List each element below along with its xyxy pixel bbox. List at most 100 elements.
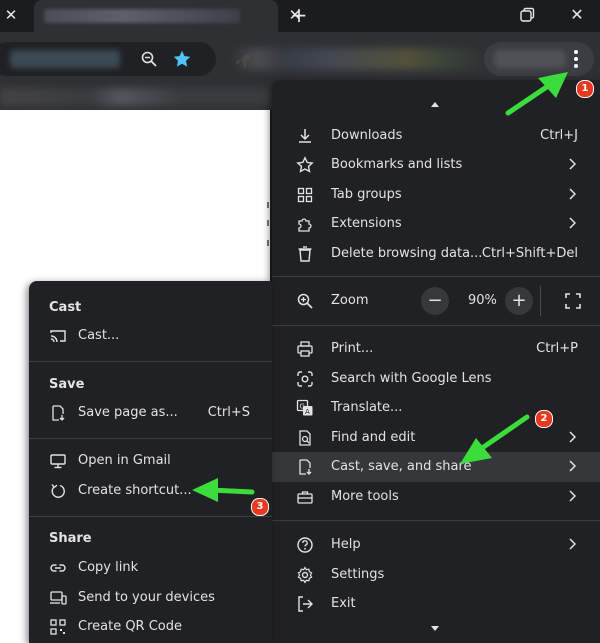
scroll-up-icon[interactable] [430,100,440,108]
shortcut-arrow-icon [51,484,65,498]
chevron-right-icon [569,538,576,550]
menu-item-shortcut: Ctrl+Shift+Del [481,246,578,261]
gear-icon [297,566,313,584]
submenu-separator [29,438,272,439]
zoom-in-button[interactable]: + [505,287,533,315]
section-header-share: Share [49,531,92,546]
submenu-item-copy-link[interactable]: Copy link [29,554,272,582]
new-tab-button[interactable]: + [288,4,310,26]
bookmark-star-icon[interactable] [172,49,192,69]
submenu-item-shortcut: Ctrl+S [207,405,250,420]
menu-item-label: Translate... [331,400,403,415]
chrome-main-menu: Downloads Ctrl+J Bookmarks and lists Tab… [272,80,600,643]
menu-item-exit[interactable]: Exit [272,589,600,619]
save-share-icon [299,459,312,475]
kebab-menu-icon[interactable] [570,47,582,71]
menu-item-cast-save-and-share[interactable]: Cast, save, and share [272,452,600,482]
active-tab[interactable]: ✕ [34,0,301,32]
menu-item-label: Find and edit [331,430,416,445]
menu-item-label: Tab groups [331,187,402,202]
puzzle-piece-icon [298,218,312,232]
annotation-badge-2: 2 [535,410,553,428]
toolbar [0,32,600,86]
restore-window-icon[interactable] [518,6,536,24]
menu-item-label: Zoom [331,293,369,308]
menu-item-label: Print... [331,341,374,356]
printer-icon [297,341,313,357]
section-header-save: Save [49,377,85,392]
zoom-divider [540,286,541,316]
menu-item-label: Downloads [331,128,403,143]
menu-item-label: Search with Google Lens [331,371,492,386]
close-window-icon[interactable]: ✕ [568,6,586,24]
zoom-out-button[interactable]: − [421,287,449,315]
zoom-magnifier-icon [297,293,313,309]
close-icon[interactable]: ✕ [2,6,20,24]
menu-item-label: Help [331,537,361,552]
submenu-item-label: Copy link [78,560,139,575]
blurred-profile [494,50,566,68]
monitor-icon [50,454,66,469]
google-lens-icon [297,371,313,387]
menu-item-print[interactable]: Print... Ctrl+P [272,334,600,364]
menu-item-label: More tools [331,489,399,504]
submenu-item-label: Create QR Code [78,619,183,634]
chevron-right-icon [569,188,576,200]
submenu-item-send-to-devices[interactable]: Send to your devices [29,584,272,612]
menu-item-label: Extensions [331,216,402,231]
menu-item-settings[interactable]: Settings [272,560,600,590]
menu-item-downloads[interactable]: Downloads Ctrl+J [272,121,600,151]
toolbox-icon [297,491,313,504]
blurred-bookmarks [0,88,300,106]
find-page-icon [299,430,311,446]
page-edge-marks [267,202,269,246]
menu-item-label: Exit [331,596,356,611]
menu-item-label: Cast, save, and share [331,459,472,474]
menu-item-search-with-google-lens[interactable]: Search with Google Lens [272,364,600,394]
menu-item-delete-browsing-data[interactable]: Delete browsing data... Ctrl+Shift+Del [272,239,600,269]
menu-item-shortcut: Ctrl+P [536,341,578,356]
submenu-item-save-page-as[interactable]: Save page as... Ctrl+S [29,399,272,427]
scroll-down-icon[interactable] [430,625,440,633]
submenu-item-create-shortcut[interactable]: Create shortcut... [29,477,272,505]
submenu-item-label: Save page as... [78,405,178,420]
submenu-item-create-qr-code[interactable]: Create QR Code [29,613,272,641]
chevron-right-icon [569,431,576,443]
devices-icon [50,591,67,605]
annotation-badge-1: 1 [576,80,594,98]
address-bar[interactable] [0,42,216,76]
exit-icon [298,596,313,612]
cast-save-share-submenu: Cast Cast... Save Save page as... Ctrl+S… [29,281,272,643]
submenu-item-open-in-gmail[interactable]: Open in Gmail [29,447,272,475]
menu-item-shortcut: Ctrl+J [540,128,578,143]
save-page-icon [52,405,65,421]
menu-separator [272,520,600,521]
submenu-item-label: Send to your devices [78,590,215,605]
menu-item-find-and-edit[interactable]: Find and edit [272,423,600,453]
chevron-right-icon [569,158,576,170]
chevron-right-icon [569,217,576,229]
submenu-item-cast[interactable]: Cast... [29,322,272,350]
zoom-magnifier-icon[interactable] [140,50,158,68]
fullscreen-icon[interactable] [564,292,582,310]
blurred-url [10,50,120,68]
download-icon [299,129,311,143]
section-header-cast: Cast [49,300,82,315]
chevron-right-icon [569,490,576,502]
menu-item-label: Bookmarks and lists [331,157,463,172]
annotation-badge-3: 3 [251,498,269,516]
submenu-item-label: Create shortcut... [78,483,192,498]
menu-item-bookmarks-and-lists[interactable]: Bookmarks and lists [272,150,600,180]
translate-icon: GA [296,399,313,416]
menu-item-tab-groups[interactable]: Tab groups [272,180,600,210]
menu-item-extensions[interactable]: Extensions [272,209,600,239]
menu-separator [272,325,600,326]
star-outline-icon [296,156,314,173]
cast-icon [50,330,66,343]
menu-item-help[interactable]: Help [272,530,600,560]
menu-item-more-tools[interactable]: More tools [272,482,600,512]
help-icon [297,537,313,553]
chevron-right-icon [569,460,576,472]
submenu-item-label: Cast... [78,328,120,343]
tab-strip: ✕ ✕ + ✕ [0,0,600,32]
